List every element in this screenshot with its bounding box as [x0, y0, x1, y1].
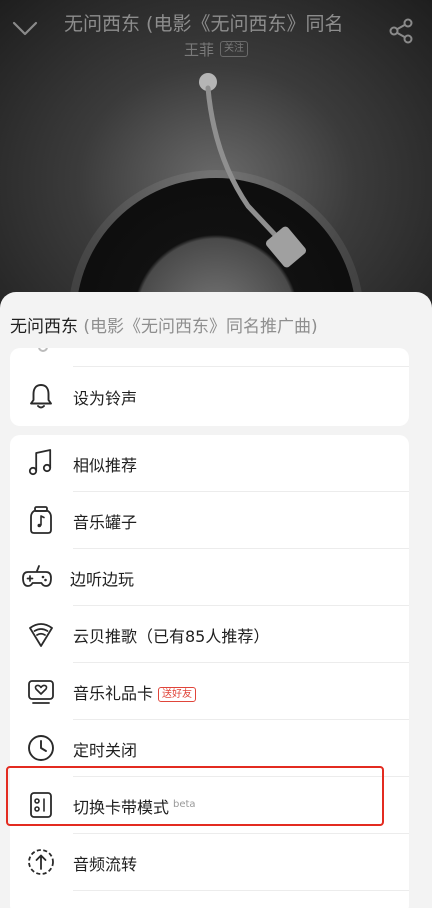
menu-item-label: 定时关闭 — [73, 741, 138, 760]
menu-item-music-jar[interactable]: 音乐罐子 — [10, 492, 409, 548]
sheet-title-main: 无问西东 — [10, 317, 78, 337]
menu-item-play-while-listening[interactable]: 边听边玩 — [10, 549, 409, 605]
menu-item-sleep-timer[interactable]: 定时关闭 — [10, 720, 409, 776]
sheet-title: 无问西东 (电影《无问西东》同名推广曲) — [10, 312, 318, 337]
menu-card-top: 设为铃声 — [10, 348, 409, 426]
audio-transfer-icon — [28, 849, 54, 875]
menu-item-label: 音频流转 — [73, 855, 138, 874]
artist-row: 王菲 关注 — [0, 38, 432, 60]
menu-item-similar[interactable]: 相似推荐 — [10, 435, 409, 491]
sheet-title-sub: (电影《无问西东》同名推广曲) — [78, 317, 318, 337]
cassette-mode-label: 切换卡带模式 — [73, 798, 170, 817]
divider — [73, 366, 409, 367]
song-options-sheet: 无问西东 (电影《无问西东》同名推广曲) 设为铃声 相似推荐 音乐罐子 边听边玩… — [0, 292, 432, 908]
music-notes-icon — [28, 449, 52, 476]
artist-name[interactable]: 王菲 — [184, 39, 214, 60]
menu-item-label: 音乐礼品卡 送好友 — [73, 680, 197, 704]
tonearm-needle — [199, 73, 307, 268]
menu-item-label: 边听边玩 — [70, 570, 135, 589]
follow-button[interactable]: 关注 — [220, 41, 248, 57]
bell-icon — [30, 384, 52, 409]
menu-item-label: 音乐罐子 — [73, 513, 138, 532]
player-header: 无问西东 (电影《无问西东》同名 王菲 关注 — [0, 0, 432, 62]
send-friend-badge: 送好友 — [158, 687, 197, 702]
menu-item-label: 设为铃声 — [73, 389, 138, 408]
player-background: 无问西东 (电影《无问西东》同名 王菲 关注 — [0, 0, 432, 330]
gamepad-icon — [22, 565, 52, 587]
music-jar-icon — [30, 506, 52, 534]
menu-item-label: 相似推荐 — [73, 456, 138, 475]
gift-card-icon — [28, 680, 54, 704]
menu-item-label: 切换卡带模式 beta — [73, 794, 196, 818]
song-title: 无问西东 (电影《无问西东》同名 — [64, 13, 344, 35]
gift-card-label: 音乐礼品卡 — [73, 684, 154, 703]
share-icon[interactable] — [388, 18, 414, 44]
cassette-icon — [30, 792, 52, 818]
partial-icon — [26, 904, 56, 908]
chevron-down-icon[interactable] — [12, 20, 38, 38]
menu-card-main: 相似推荐 音乐罐子 边听边玩 云贝推歌（已有85人推荐） 音乐礼品卡 送好友 定… — [10, 435, 409, 908]
beta-tag: beta — [173, 798, 196, 810]
menu-item-audio-transfer[interactable]: 音频流转 — [10, 834, 409, 890]
partial-icon — [38, 348, 48, 352]
menu-item-gift-card[interactable]: 音乐礼品卡 送好友 — [10, 663, 409, 719]
menu-item-ringtone[interactable]: 设为铃声 — [10, 368, 409, 424]
cloud-coin-icon — [29, 623, 53, 647]
menu-item-cloud-coin-recommend[interactable]: 云贝推歌（已有85人推荐） — [10, 606, 409, 662]
menu-item-partial[interactable]: 相同 — [10, 891, 409, 908]
clock-icon — [28, 735, 54, 761]
menu-item-label: 云贝推歌（已有85人推荐） — [73, 627, 270, 646]
menu-item-cassette-mode[interactable]: 切换卡带模式 beta — [10, 777, 409, 833]
